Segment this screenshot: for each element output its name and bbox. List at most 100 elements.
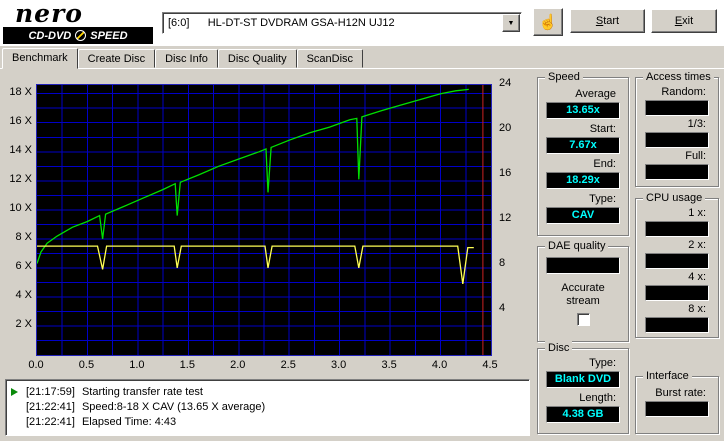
end-label: End:: [593, 158, 616, 170]
one-third-value: [645, 132, 709, 148]
tab-create-disc[interactable]: Create Disc: [77, 49, 156, 68]
log-listbox[interactable]: [21:17:59] Starting transfer rate test […: [5, 379, 530, 436]
group-title: Access times: [643, 70, 714, 84]
start-label: Start:: [589, 123, 616, 135]
axis-tick-label: 6 X: [15, 259, 32, 272]
group-title: Speed: [545, 70, 583, 84]
log-timestamp: [21:22:41]: [26, 400, 75, 413]
tab-disc-quality[interactable]: Disc Quality: [217, 49, 297, 68]
disc-type-value: Blank DVD: [546, 371, 620, 388]
dropdown-arrow-icon[interactable]: ▼: [502, 14, 520, 32]
logo-cd-dvd-text: CD-DVD: [28, 29, 72, 42]
cpu-1x-label: 1 x:: [688, 207, 706, 219]
y-axis-left-labels: 18 X 16 X 14 X 12 X 10 X 8 X 6 X 4 X 2 X: [2, 84, 34, 354]
x-axis-labels: 0.0 0.5 1.0 1.5 2.0 2.5 3.0 3.5 4.0 4.5: [28, 359, 497, 372]
tab-scandisc[interactable]: ScanDisc: [296, 49, 364, 68]
axis-tick-label: 4.0: [431, 359, 448, 371]
benchmark-chart: [36, 84, 492, 356]
dae-quality-value: [546, 257, 620, 274]
log-message: Speed:8-18 X CAV (13.65 X average): [81, 400, 266, 413]
axis-tick-label: 10 X: [9, 201, 32, 214]
axis-tick-label: 3.5: [381, 359, 397, 371]
axis-tick-label: 8 X: [15, 230, 32, 243]
axis-tick-label: 1.5: [179, 359, 195, 371]
axis-tick-label: 2.0: [230, 359, 246, 371]
axis-tick-label: 12 X: [9, 172, 32, 185]
dae-quality-group: DAE quality Accurate stream: [537, 239, 629, 342]
axis-tick-label: 12: [499, 212, 512, 224]
log-timestamp: [21:17:59]: [26, 385, 75, 398]
tab-benchmark[interactable]: Benchmark: [2, 48, 78, 69]
burst-rate-value: [645, 401, 709, 417]
disc-length-value: 4.38 GB: [546, 406, 620, 423]
start-value: 7.67x: [546, 137, 620, 154]
log-message: Elapsed Time: 4:43: [81, 415, 177, 428]
average-value: 13.65x: [546, 102, 620, 119]
log-entry: [21:22:41] Elapsed Time: 4:43: [11, 414, 527, 429]
accurate-stream-checkbox[interactable]: [576, 313, 590, 326]
group-title: Interface: [643, 369, 692, 383]
log-entry: [21:17:59] Starting transfer rate test: [11, 384, 527, 399]
random-label: Random:: [661, 86, 706, 98]
average-label: Average: [575, 88, 616, 100]
axis-tick-label: 4 X: [15, 288, 32, 301]
logo-strip: CD-DVD SPEED: [3, 27, 153, 44]
random-value: [645, 100, 709, 116]
nero-logo-text: nero: [15, 0, 83, 28]
logo-speed-text: SPEED: [90, 29, 128, 42]
log-timestamp: [21:22:41]: [26, 415, 75, 428]
cpu-usage-group: CPU usage 1 x: 2 x: 4 x: 8 x:: [635, 191, 719, 338]
axis-tick-label: 14 X: [9, 143, 32, 156]
burst-rate-label: Burst rate:: [655, 387, 706, 399]
axis-tick-label: 24: [499, 77, 512, 89]
disc-length-label: Length:: [579, 392, 616, 404]
log-icon-slot: [11, 387, 26, 396]
cpu-8x-value: [645, 317, 709, 333]
chart-canvas: [37, 85, 491, 355]
log-entry: [21:22:41] Speed:8-18 X CAV (13.65 X ave…: [11, 399, 527, 414]
header-bar: nero CD-DVD SPEED [6:0] HL-DT-ST DVDRAM …: [0, 0, 724, 46]
axis-tick-label: 0.5: [78, 359, 95, 371]
full-label: Full:: [685, 150, 706, 162]
disc-type-label: Type:: [589, 357, 616, 369]
axis-tick-label: 4.5: [482, 359, 498, 371]
start-button[interactable]: Start: [570, 9, 645, 33]
hand-tool-button[interactable]: ☝: [533, 8, 563, 36]
access-times-group: Access times Random: 1/3: Full:: [635, 70, 719, 187]
tab-disc-info[interactable]: Disc Info: [155, 49, 218, 68]
axis-tick-label: 16: [499, 167, 512, 179]
nero-cd-dvd-speed-window: nero CD-DVD SPEED [6:0] HL-DT-ST DVDRAM …: [0, 0, 724, 441]
type-value: CAV: [546, 207, 620, 224]
axis-tick-label: 8: [499, 257, 506, 269]
speed-group: Speed Average 13.65x Start: 7.67x End: 1…: [537, 70, 629, 236]
cpu-2x-label: 2 x:: [688, 239, 706, 251]
y-axis-right-labels: 24 20 16 12 8 4: [496, 77, 522, 354]
cpu-4x-label: 4 x:: [688, 271, 706, 283]
axis-tick-label: 4: [499, 302, 506, 314]
log-message: Starting transfer rate test: [81, 385, 203, 398]
tab-bar: Benchmark Create Disc Disc Info Disc Qua…: [2, 47, 364, 69]
axis-tick-label: 2 X: [15, 317, 32, 330]
interface-group: Interface Burst rate:: [635, 369, 719, 434]
nero-logo: nero CD-DVD SPEED: [3, 1, 153, 45]
hand-icon: ☝: [538, 14, 558, 31]
axis-tick-label: 1.0: [129, 359, 145, 371]
cpu-2x-value: [645, 253, 709, 269]
cpu-4x-value: [645, 285, 709, 301]
exit-button[interactable]: Exit: [651, 9, 717, 33]
cpu-1x-value: [645, 221, 709, 237]
axis-tick-label: 0.0: [28, 359, 44, 371]
axis-tick-label: 18 X: [9, 85, 32, 98]
end-value: 18.29x: [546, 172, 620, 189]
full-value: [645, 164, 709, 180]
accurate-stream-label: Accurate stream: [561, 282, 605, 307]
drive-select[interactable]: [6:0] HL-DT-ST DVDRAM GSA-H12N UJ12 ▼: [162, 12, 522, 34]
one-third-label: 1/3:: [687, 118, 706, 130]
disc-group: Disc Type: Blank DVD Length: 4.38 GB: [537, 341, 629, 434]
axis-tick-label: 20: [499, 122, 512, 134]
test-start-icon: [11, 387, 18, 396]
axis-tick-label: 3.0: [331, 359, 347, 371]
lightning-disc-icon: [75, 30, 87, 41]
group-title: DAE quality: [545, 239, 609, 253]
type-label: Type:: [589, 193, 616, 205]
